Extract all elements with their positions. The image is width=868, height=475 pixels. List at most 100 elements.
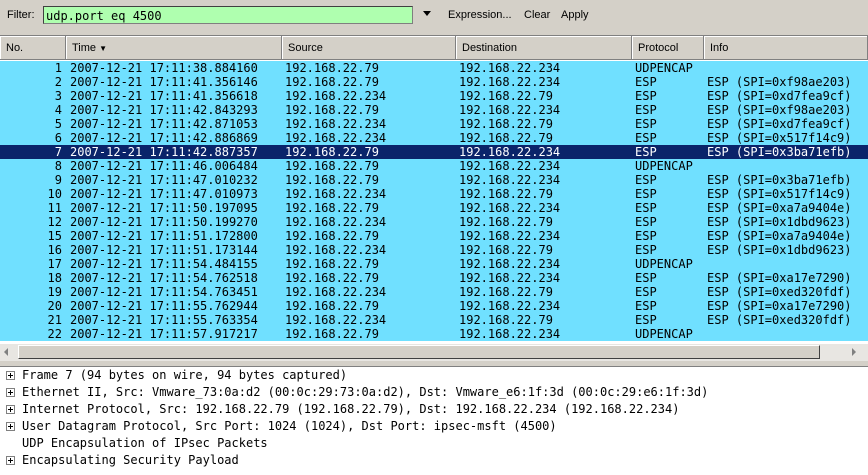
- packet-cell-info: ESP (SPI=0xf98ae203): [707, 75, 852, 89]
- packet-row[interactable]: 16 2007-12-21 17:11:51.173144 192.168.22.2…: [0, 243, 868, 257]
- column-header-protocol[interactable]: Protocol: [632, 36, 704, 60]
- sort-desc-icon: ▼: [99, 44, 108, 53]
- packet-cell-src: 192.168.22.79: [285, 327, 379, 341]
- packet-cell-dst: 192.168.22.234: [459, 173, 561, 187]
- packet-cell-no: 8: [54, 159, 62, 173]
- filter-label: Filter:: [7, 9, 35, 21]
- detail-tree-item-label: User Datagram Protocol, Src Port: 1024 (…: [22, 419, 557, 433]
- filter-dropdown-icon[interactable]: [423, 11, 431, 16]
- packet-cell-proto: ESP: [635, 131, 657, 145]
- packet-cell-src: 192.168.22.234: [285, 131, 387, 145]
- packet-cell-info: ESP (SPI=0xa17e7290): [707, 299, 852, 313]
- packet-cell-time: 2007-12-21 17:11:55.763354: [70, 313, 258, 327]
- column-header-time[interactable]: Time ▼: [66, 36, 282, 60]
- packet-list[interactable]: No. Time ▼ Source Destination Protocol I…: [0, 35, 868, 344]
- packet-row[interactable]: 9 2007-12-21 17:11:47.010232 192.168.22.79…: [0, 173, 868, 187]
- packet-cell-dst: 192.168.22.79: [459, 131, 553, 145]
- packet-row[interactable]: 3 2007-12-21 17:11:41.356618 192.168.22.23…: [0, 89, 868, 103]
- packet-cell-src: 192.168.22.234: [285, 187, 387, 201]
- packet-cell-no: 5: [54, 117, 62, 131]
- packet-row[interactable]: 11 2007-12-21 17:11:50.197095 192.168.22.7…: [0, 201, 868, 215]
- detail-tree-item[interactable]: Encapsulating Security Payload: [0, 452, 868, 469]
- packet-rows: 1 2007-12-21 17:11:38.884160 192.168.22.79…: [0, 61, 868, 341]
- expression-button[interactable]: Expression...: [448, 9, 512, 21]
- column-header-destination[interactable]: Destination: [456, 36, 632, 60]
- packet-cell-proto: ESP: [635, 229, 657, 243]
- packet-row[interactable]: 7 2007-12-21 17:11:42.887357 192.168.22.79…: [0, 145, 868, 159]
- detail-tree-item[interactable]: UDP Encapsulation of IPsec Packets: [0, 435, 868, 452]
- packet-row[interactable]: 21 2007-12-21 17:11:55.763354 192.168.22.2…: [0, 313, 868, 327]
- packet-cell-info: ESP (SPI=0xd7fea9cf): [707, 117, 852, 131]
- expand-plus-icon[interactable]: [6, 456, 15, 465]
- horizontal-scrollbar[interactable]: [0, 343, 868, 361]
- packet-cell-proto: ESP: [635, 285, 657, 299]
- packet-cell-info: ESP (SPI=0xa7a9404e): [707, 229, 852, 243]
- packet-cell-proto: UDPENCAP: [635, 159, 693, 173]
- clear-button[interactable]: Clear: [524, 9, 550, 21]
- packet-cell-no: 1: [54, 61, 62, 75]
- apply-button[interactable]: Apply: [561, 9, 589, 21]
- packet-row[interactable]: 10 2007-12-21 17:11:47.010973 192.168.22.2…: [0, 187, 868, 201]
- packet-cell-dst: 192.168.22.234: [459, 201, 561, 215]
- packet-cell-src: 192.168.22.79: [285, 271, 379, 285]
- packet-cell-src: 192.168.22.79: [285, 201, 379, 215]
- detail-tree-item-label: Encapsulating Security Payload: [22, 453, 239, 467]
- packet-row[interactable]: 1 2007-12-21 17:11:38.884160 192.168.22.79…: [0, 61, 868, 75]
- packet-cell-dst: 192.168.22.234: [459, 271, 561, 285]
- packet-cell-proto: ESP: [635, 215, 657, 229]
- packet-cell-no: 3: [54, 89, 62, 103]
- packet-row[interactable]: 22 2007-12-21 17:11:57.917217 192.168.22.7…: [0, 327, 868, 341]
- packet-cell-info: ESP (SPI=0xed320fdf): [707, 313, 852, 327]
- packet-cell-time: 2007-12-21 17:11:41.356146: [70, 75, 258, 89]
- expand-plus-icon[interactable]: [6, 388, 15, 397]
- detail-tree-item[interactable]: User Datagram Protocol, Src Port: 1024 (…: [0, 418, 868, 435]
- scroll-left-icon[interactable]: [4, 348, 8, 356]
- packet-cell-no: 16: [47, 243, 62, 257]
- packet-cell-time: 2007-12-21 17:11:54.762518: [70, 271, 258, 285]
- packet-cell-src: 192.168.22.234: [285, 117, 387, 131]
- packet-cell-no: 12: [47, 215, 62, 229]
- packet-cell-src: 192.168.22.234: [285, 215, 387, 229]
- packet-cell-time: 2007-12-21 17:11:42.886869: [70, 131, 258, 145]
- packet-row[interactable]: 19 2007-12-21 17:11:54.763451 192.168.22.2…: [0, 285, 868, 299]
- packet-row[interactable]: 15 2007-12-21 17:11:51.172800 192.168.22.7…: [0, 229, 868, 243]
- packet-row[interactable]: 2 2007-12-21 17:11:41.356146 192.168.22.79…: [0, 75, 868, 89]
- packet-cell-proto: ESP: [635, 75, 657, 89]
- column-header-info[interactable]: Info: [704, 36, 868, 60]
- detail-tree-item-label: Frame 7 (94 bytes on wire, 94 bytes capt…: [22, 368, 348, 382]
- packet-row[interactable]: 4 2007-12-21 17:11:42.843293 192.168.22.79…: [0, 103, 868, 117]
- filter-input[interactable]: udp.port eq 4500: [43, 6, 413, 24]
- packet-cell-time: 2007-12-21 17:11:57.917217: [70, 327, 258, 341]
- detail-tree-item[interactable]: Frame 7 (94 bytes on wire, 94 bytes capt…: [0, 367, 868, 384]
- column-header-no[interactable]: No.: [0, 36, 66, 60]
- column-header-source[interactable]: Source: [282, 36, 456, 60]
- packet-list-header: No. Time ▼ Source Destination Protocol I…: [0, 36, 868, 60]
- packet-row[interactable]: 8 2007-12-21 17:11:46.006484 192.168.22.79…: [0, 159, 868, 173]
- packet-row[interactable]: 17 2007-12-21 17:11:54.484155 192.168.22.7…: [0, 257, 868, 271]
- detail-tree-item[interactable]: Ethernet II, Src: Vmware_73:0a:d2 (00:0c…: [0, 384, 868, 401]
- packet-cell-time: 2007-12-21 17:11:42.871053: [70, 117, 258, 131]
- packet-cell-no: 4: [54, 103, 62, 117]
- packet-cell-time: 2007-12-21 17:11:47.010232: [70, 173, 258, 187]
- expand-plus-icon[interactable]: [6, 405, 15, 414]
- scrollbar-thumb[interactable]: [18, 345, 820, 359]
- packet-cell-time: 2007-12-21 17:11:38.884160: [70, 61, 258, 75]
- packet-cell-no: 2: [54, 75, 62, 89]
- expand-plus-icon[interactable]: [6, 422, 15, 431]
- packet-cell-dst: 192.168.22.79: [459, 117, 553, 131]
- packet-cell-src: 192.168.22.79: [285, 145, 379, 159]
- packet-row[interactable]: 18 2007-12-21 17:11:54.762518 192.168.22.7…: [0, 271, 868, 285]
- packet-row[interactable]: 6 2007-12-21 17:11:42.886869 192.168.22.23…: [0, 131, 868, 145]
- expand-plus-icon[interactable]: [6, 371, 15, 380]
- packet-cell-src: 192.168.22.79: [285, 159, 379, 173]
- packet-cell-no: 19: [47, 285, 62, 299]
- packet-cell-proto: ESP: [635, 173, 657, 187]
- packet-cell-proto: ESP: [635, 117, 657, 131]
- packet-cell-info: ESP (SPI=0xa17e7290): [707, 271, 852, 285]
- packet-details-tree[interactable]: Frame 7 (94 bytes on wire, 94 bytes capt…: [0, 366, 868, 475]
- packet-row[interactable]: 5 2007-12-21 17:11:42.871053 192.168.22.23…: [0, 117, 868, 131]
- detail-tree-item[interactable]: Internet Protocol, Src: 192.168.22.79 (1…: [0, 401, 868, 418]
- packet-row[interactable]: 20 2007-12-21 17:11:55.762944 192.168.22.7…: [0, 299, 868, 313]
- packet-row[interactable]: 12 2007-12-21 17:11:50.199270 192.168.22.2…: [0, 215, 868, 229]
- scroll-right-icon[interactable]: [852, 348, 856, 356]
